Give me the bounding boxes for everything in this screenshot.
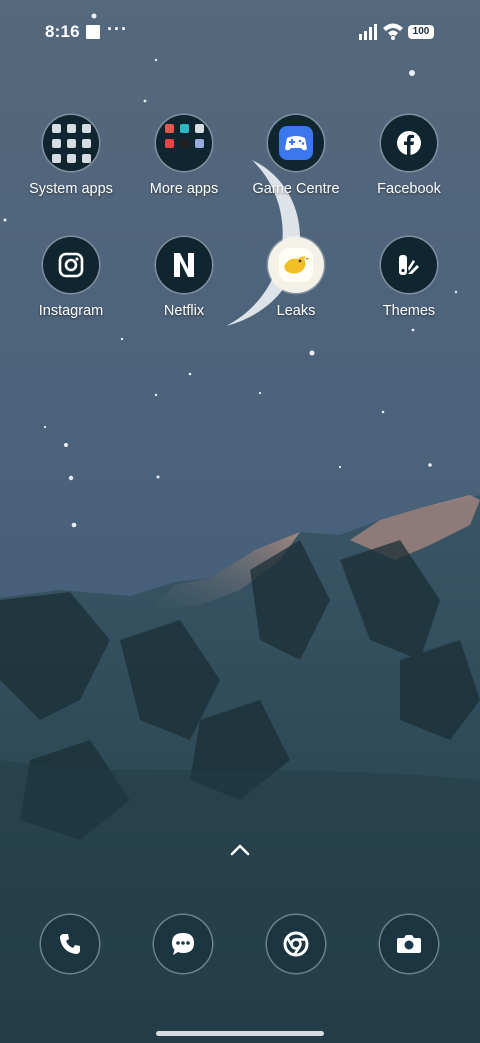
- app-label: Themes: [382, 303, 436, 319]
- signal-icon: [359, 24, 377, 40]
- app-instagram[interactable]: Instagram: [16, 237, 126, 319]
- app-leaks[interactable]: Leaks: [241, 237, 351, 319]
- app-label: System apps: [29, 181, 113, 197]
- app-system-apps[interactable]: System apps: [16, 115, 126, 197]
- instagram-icon: [43, 237, 99, 293]
- app-drawer-chevron-icon[interactable]: [228, 842, 252, 858]
- game-controller-icon: [268, 115, 324, 171]
- app-netflix[interactable]: Netflix: [129, 237, 239, 319]
- app-themes[interactable]: Themes: [354, 237, 464, 319]
- notification-square-icon: [86, 25, 100, 39]
- messages-icon: [172, 933, 194, 955]
- dock-camera[interactable]: [380, 915, 438, 973]
- camera-icon: [397, 935, 421, 953]
- status-time: 8:16: [45, 22, 80, 41]
- home-indicator[interactable]: [156, 1031, 324, 1036]
- app-label: Game Centre: [252, 181, 340, 197]
- app-game-centre[interactable]: Game Centre: [241, 115, 351, 197]
- more-notifications-indicator: ···: [107, 19, 128, 39]
- app-more-apps[interactable]: More apps: [129, 115, 239, 197]
- app-label: Leaks: [276, 303, 316, 319]
- folder-icon: [43, 115, 99, 171]
- app-label: Instagram: [38, 303, 104, 319]
- phone-icon: [60, 934, 80, 954]
- app-facebook[interactable]: Facebook: [354, 115, 464, 197]
- chrome-icon: [283, 931, 309, 957]
- battery-indicator: 100: [408, 25, 434, 39]
- netflix-icon: [156, 237, 212, 293]
- folder-icon: [156, 115, 212, 171]
- bird-icon: [268, 237, 324, 293]
- dock-chrome[interactable]: [267, 915, 325, 973]
- wifi-icon: [383, 23, 403, 40]
- dock-phone[interactable]: [41, 915, 99, 973]
- app-label: Facebook: [377, 181, 441, 197]
- themes-icon: [381, 237, 437, 293]
- dock-messages[interactable]: [154, 915, 212, 973]
- facebook-icon: [381, 115, 437, 171]
- status-bar: 8:16 ··· 100: [0, 0, 480, 64]
- app-label: More apps: [149, 181, 219, 197]
- app-label: Netflix: [163, 303, 205, 319]
